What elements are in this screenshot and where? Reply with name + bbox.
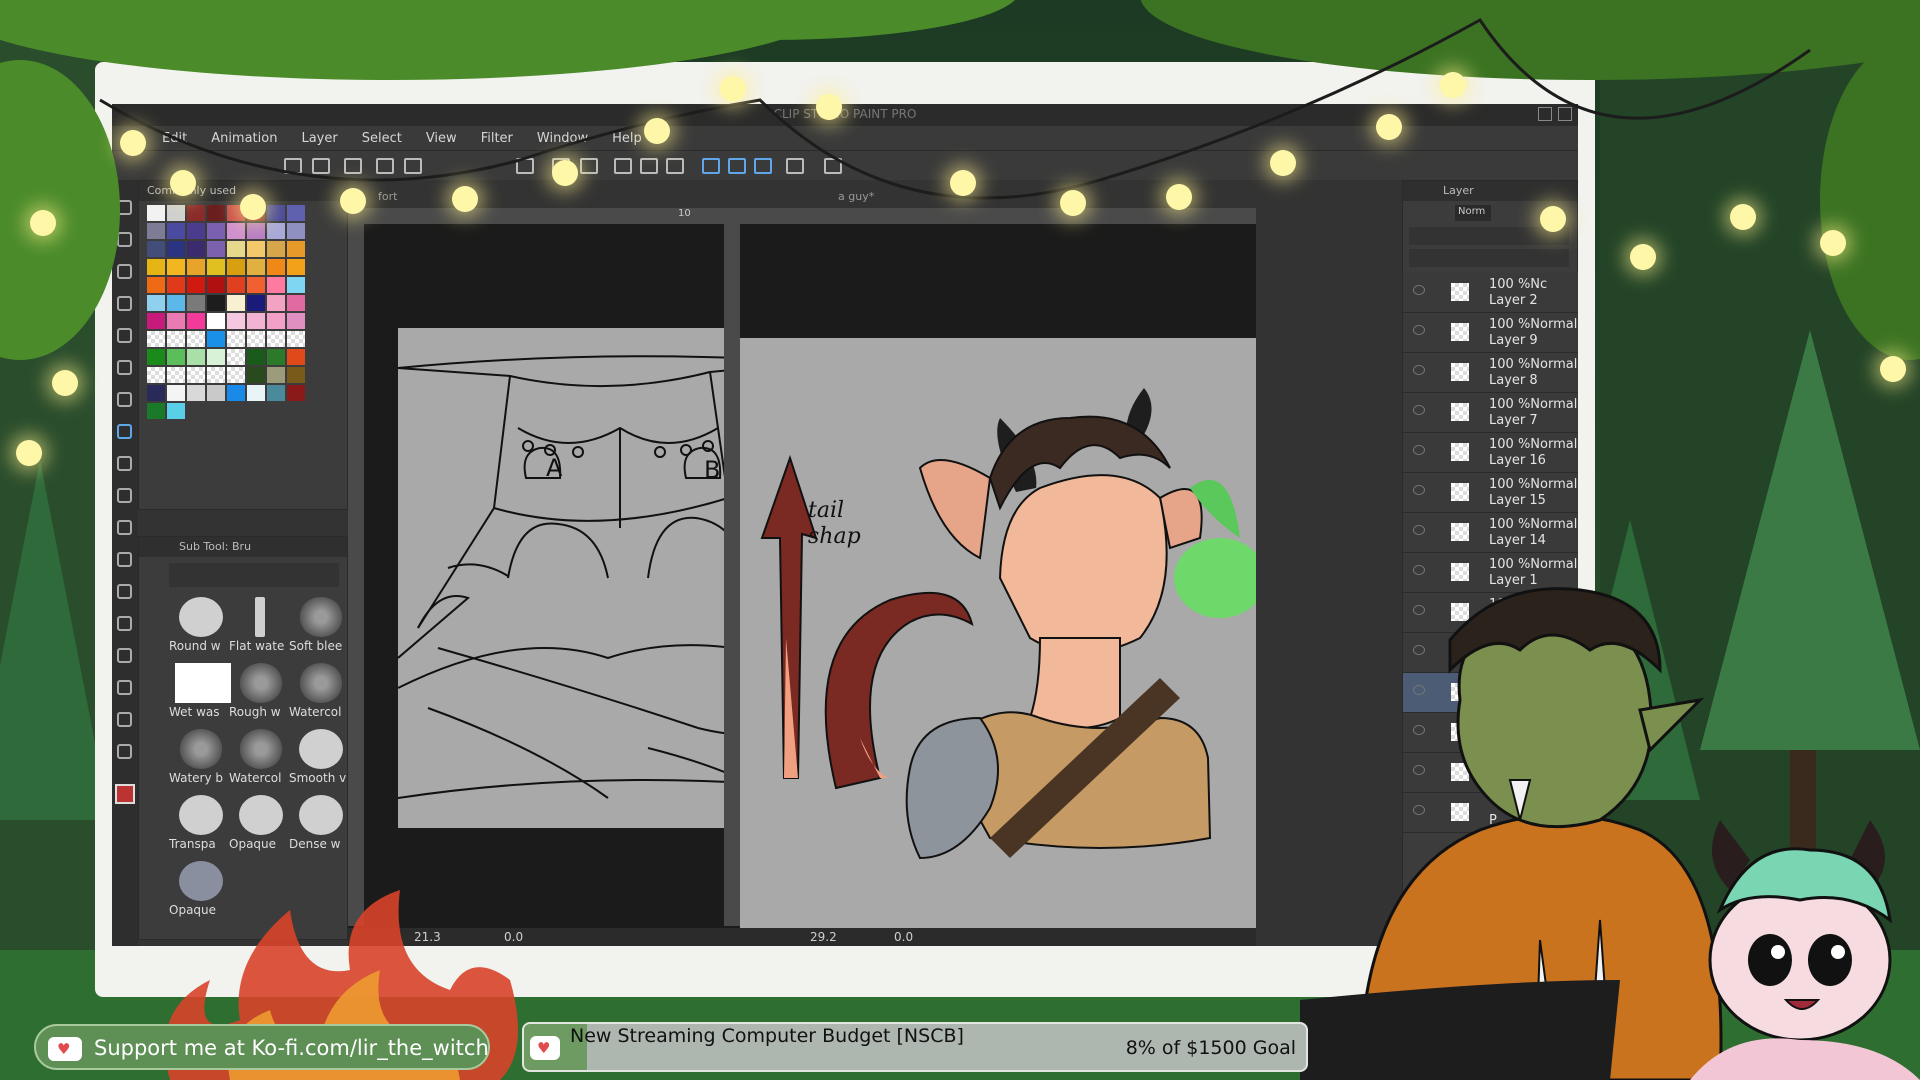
stream-scene: CLIP STUDIO PAINT PRO Edit Animation Lay… bbox=[0, 0, 1920, 1080]
light-bulb bbox=[816, 94, 842, 120]
light-bulb bbox=[1376, 114, 1402, 140]
goal-heart-icon: ♥ bbox=[530, 1036, 560, 1060]
light-bulb bbox=[1440, 72, 1466, 98]
light-bulb bbox=[644, 118, 670, 144]
light-bulb bbox=[16, 440, 42, 466]
light-bulb bbox=[1820, 230, 1846, 256]
light-bulb bbox=[950, 170, 976, 196]
light-bulb bbox=[170, 170, 196, 196]
goal-title: New Streaming Computer Budget [NSCB] bbox=[570, 1025, 964, 1047]
light-bulb bbox=[30, 210, 56, 236]
light-bulb bbox=[1880, 356, 1906, 382]
light-bulb bbox=[1270, 150, 1296, 176]
light-bulb bbox=[1630, 244, 1656, 270]
mascot-creature bbox=[1690, 820, 1920, 1080]
kofi-banner[interactable]: ♥ Support me at Ko-fi.com/lir_the_witch bbox=[34, 1024, 490, 1070]
light-bulb bbox=[120, 130, 146, 156]
light-bulb bbox=[1060, 190, 1086, 216]
donation-goal-bar: ♥ New Streaming Computer Budget [NSCB] 8… bbox=[522, 1022, 1308, 1072]
light-bulb bbox=[340, 188, 366, 214]
light-bulb bbox=[1730, 204, 1756, 230]
light-bulb bbox=[552, 160, 578, 186]
light-bulb bbox=[240, 194, 266, 220]
light-bulb bbox=[1166, 184, 1192, 210]
kofi-text: Support me at Ko-fi.com/lir_the_witch bbox=[94, 1036, 489, 1060]
kofi-heart-icon: ♥ bbox=[48, 1037, 82, 1061]
goal-percent: 8% of $1500 Goal bbox=[1125, 1037, 1296, 1059]
light-bulb bbox=[52, 370, 78, 396]
light-bulb bbox=[452, 186, 478, 212]
light-bulb bbox=[720, 76, 746, 102]
light-bulb bbox=[1540, 206, 1566, 232]
